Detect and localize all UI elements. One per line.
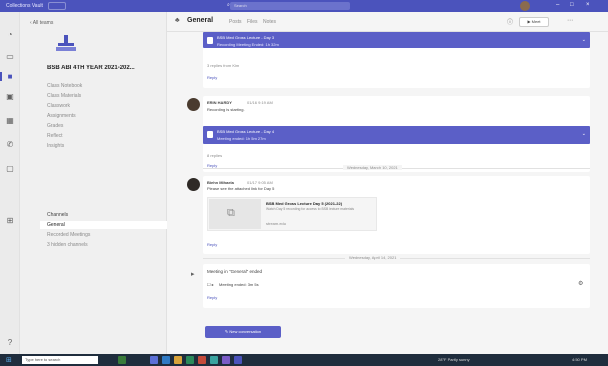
chat-icon[interactable]: ▭ <box>5 52 15 61</box>
card-subtitle: Meeting ended: 1h 5m 27m <box>217 136 266 141</box>
message-card: Biehn Mihaela 01/17 9:05 AM Please see t… <box>203 176 590 254</box>
taskbar-app-icon[interactable] <box>222 356 230 364</box>
link-description: Watch Day 5 recording for access to BSB … <box>266 207 355 211</box>
card-subtitle: Recording Meeting Ended: 1h 32m <box>217 42 279 47</box>
taskbar-app-icon[interactable] <box>174 356 182 364</box>
nav-reflect[interactable]: Reflect <box>47 133 63 139</box>
recording-icon <box>207 37 213 44</box>
chevron-down-icon[interactable]: ⌄ <box>582 131 586 137</box>
user-avatar[interactable] <box>520 1 530 11</box>
minimize-icon[interactable]: – <box>556 2 559 8</box>
card-title: BSB Med Gross Lecture - Day 4 <box>217 129 275 134</box>
card-title: BSB Med Gross Lecture - Day 3 <box>217 35 275 40</box>
calls-icon[interactable]: ✆ <box>5 140 15 149</box>
close-icon[interactable]: × <box>586 2 590 8</box>
recording-card[interactable]: BSB Med Gross Lecture - Day 4 Meeting en… <box>203 126 590 144</box>
nav-grades[interactable]: Grades <box>47 123 63 129</box>
settings-icon[interactable]: ⚙ <box>578 280 583 287</box>
channel-general[interactable]: General <box>40 221 167 229</box>
back-to-teams[interactable]: ‹ All teams <box>30 20 53 26</box>
message-card: Meeting in "General" ended ☐ ▸ Meeting e… <box>203 264 590 308</box>
taskbar-app-icon[interactable] <box>186 356 194 364</box>
new-conversation-button[interactable]: ✎ New conversation <box>205 326 281 338</box>
meeting-icon: ▸ <box>191 271 195 278</box>
meeting-title: Meeting in "General" ended <box>207 269 262 274</box>
channel-recorded-meetings[interactable]: Recorded Meetings <box>47 232 90 238</box>
tab-files[interactable]: Files <box>247 19 258 25</box>
avatar[interactable] <box>187 98 200 111</box>
team-panel: ‹ All teams BSB ABI 4TH YEAR 2021-202...… <box>20 12 167 354</box>
chat-area: ♣ General Posts Files Notes ⓘ ▶ Meet ⋯ B… <box>167 12 608 354</box>
hidden-channels-link[interactable]: 3 hidden channels <box>47 242 88 248</box>
reply-link[interactable]: Reply <box>207 295 217 300</box>
recording-icon <box>207 131 213 138</box>
link-source: stream.edu <box>266 221 287 226</box>
tab-posts[interactable]: Posts <box>229 19 242 25</box>
taskbar-search-input[interactable]: Type here to search <box>22 356 98 364</box>
link-thumbnail: ⧉ <box>209 199 261 229</box>
link-preview[interactable]: ⧉ BSB Med Gross Lecture Day 5 (2021-22) … <box>207 197 377 231</box>
info-icon[interactable]: ⓘ <box>507 17 513 26</box>
apps-icon[interactable]: ⊞ <box>5 216 15 225</box>
reply-count[interactable]: 3 replies from Kim <box>207 63 239 68</box>
title-bar: Collections Vault ⌕ Search – □ × <box>0 0 608 12</box>
reply-link[interactable]: Reply <box>207 242 217 247</box>
taskbar-app-icon[interactable] <box>198 356 206 364</box>
windows-start-icon[interactable]: ⊞ <box>6 356 12 364</box>
message-timestamp: 01/17 9:05 AM <box>247 180 273 185</box>
reply-link[interactable]: Reply <box>207 75 217 80</box>
date-divider-label: Wednesday, April 14, 2021 <box>345 255 401 260</box>
message-card: ERIN HARDY 01/16 9:19 AM Recording is st… <box>203 96 590 172</box>
taskbar-app-icon[interactable] <box>150 356 158 364</box>
taskbar-app-icon[interactable] <box>162 356 170 364</box>
teams-icon[interactable]: ■ <box>0 72 15 81</box>
message-card: BSB Med Gross Lecture - Day 3 Recording … <box>203 32 590 88</box>
reply-count[interactable]: 8 replies <box>207 153 222 158</box>
history-nav[interactable] <box>48 2 66 10</box>
meet-button[interactable]: ▶ Meet <box>519 17 549 27</box>
files-icon[interactable]: ▢ <box>5 164 15 173</box>
taskbar-app-icon[interactable] <box>210 356 218 364</box>
maximize-icon[interactable]: □ <box>570 2 574 8</box>
sender-name[interactable]: ERIN HARDY <box>207 100 232 105</box>
nav-class-notebook[interactable]: Class Notebook <box>47 83 82 89</box>
assignments-icon[interactable]: ▣ <box>5 92 15 101</box>
link-icon: ⧉ <box>227 207 235 219</box>
nav-assignments[interactable]: Assignments <box>47 113 76 119</box>
help-icon[interactable]: ? <box>5 338 15 347</box>
message-timestamp: 01/16 9:19 AM <box>247 100 273 105</box>
message-text: Please see the attached link for Day 5 <box>207 186 275 191</box>
channel-title: General <box>187 17 214 24</box>
weather-widget[interactable]: 28°F Partly sunny <box>438 357 470 362</box>
nav-classwork[interactable]: Classwork <box>47 103 70 109</box>
more-options-icon[interactable]: ⋯ <box>567 17 573 24</box>
channel-icon: ♣ <box>175 17 180 24</box>
meeting-recap-icon: ☐ ▸ <box>207 282 214 287</box>
app-name: Collections Vault <box>6 3 43 9</box>
sender-name[interactable]: Biehn Mihaela <box>207 180 234 185</box>
meeting-subtitle: Meeting ended: 3m 5s <box>219 282 259 287</box>
recording-card[interactable]: BSB Med Gross Lecture - Day 3 Recording … <box>203 32 590 48</box>
chevron-down-icon[interactable]: ⌄ <box>582 37 586 43</box>
avatar[interactable] <box>187 178 200 191</box>
app-rail: ◔ ▭ ■ ▣ ▦ ✆ ▢ ⊞ ? <box>0 12 20 354</box>
search-input[interactable]: Search <box>230 2 350 10</box>
nav-insights[interactable]: Insights <box>47 143 64 149</box>
clock[interactable]: 4:50 PM <box>572 357 587 362</box>
windows-taskbar: ⊞ Type here to search 28°F Partly sunny … <box>0 354 608 366</box>
date-divider-label: Wednesday, March 10, 2021 <box>343 165 402 170</box>
link-title: BSB Med Gross Lecture Day 5 (2021-22) <box>266 201 343 206</box>
taskbar-app-icon[interactable] <box>234 356 242 364</box>
message-text: Recording is starting. <box>207 107 245 112</box>
channel-header: ♣ General Posts Files Notes ⓘ ▶ Meet ⋯ <box>167 12 608 32</box>
tab-notes[interactable]: Notes <box>263 19 276 25</box>
nav-class-materials[interactable]: Class Materials <box>47 93 81 99</box>
activity-icon[interactable]: ◔ <box>5 30 15 39</box>
team-logo <box>56 35 76 51</box>
calendar-icon[interactable]: ▦ <box>5 116 15 125</box>
channels-heading: Channels <box>47 212 69 218</box>
team-name[interactable]: BSB ABI 4TH YEAR 2021-202... <box>47 65 165 71</box>
taskbar-app-icon[interactable] <box>118 356 126 364</box>
